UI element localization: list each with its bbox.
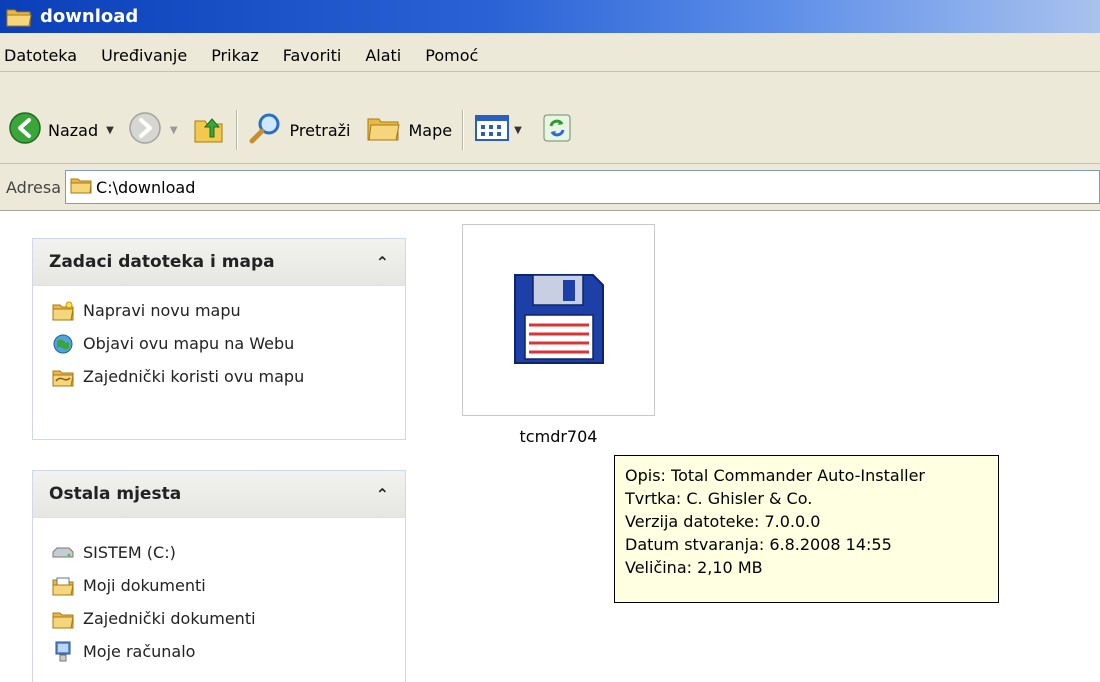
task-publish-web[interactable]: Objavi ovu mapu na Webu [33, 327, 405, 360]
collapse-icon[interactable]: ⌃ [376, 253, 389, 272]
web-publish-icon [51, 332, 75, 356]
file-folder-tasks-panel: Zadaci datoteka i mapa ⌃ Napravi novu ma… [32, 238, 406, 440]
search-icon [248, 111, 284, 149]
chevron-down-icon[interactable]: ▼ [514, 125, 522, 136]
back-label: Nazad [48, 120, 99, 140]
menu-file[interactable]: Datoteka [0, 46, 89, 65]
place-label: SISTEM (C:) [83, 543, 176, 562]
other-places-panel: Ostala mjesta ⌃ SISTEM (C:) Moji dokumen… [32, 470, 406, 682]
folders-icon [366, 111, 402, 149]
task-label: Napravi novu mapu [83, 301, 241, 320]
place-shared-documents[interactable]: Zajednički dokumenti [33, 602, 405, 635]
place-my-documents[interactable]: Moji dokumenti [33, 569, 405, 602]
views-icon [474, 113, 510, 147]
back-button[interactable]: Nazad ▼ [8, 111, 114, 149]
views-button[interactable]: ▼ [474, 113, 522, 147]
refresh-button[interactable] [542, 113, 572, 147]
chevron-down-icon[interactable]: ▼ [106, 125, 114, 136]
tasks-panel-header[interactable]: Zadaci datoteka i mapa ⌃ [33, 239, 405, 286]
file-thumbnail[interactable] [462, 224, 655, 416]
chevron-down-icon[interactable]: ▼ [170, 125, 178, 136]
address-value: C:\download [96, 177, 196, 197]
tooltip-description: Opis: Total Commander Auto-Installer [625, 466, 926, 485]
toolbar-separator [462, 110, 465, 150]
toolbar: Nazad ▼ ▼ Pretraži Mape ▼ [0, 97, 1100, 164]
place-label: Zajednički dokumenti [83, 609, 256, 628]
up-folder-icon [192, 111, 226, 149]
address-input[interactable]: C:\download [65, 170, 1100, 204]
title-bar: download [0, 0, 1100, 33]
menu-view[interactable]: Prikaz [199, 46, 271, 65]
search-button[interactable]: Pretraži [248, 111, 351, 149]
file-info-tooltip: Opis: Total Commander Auto-Installer Tvr… [614, 455, 999, 603]
task-share-folder[interactable]: Zajednički koristi ovu mapu [33, 360, 405, 393]
forward-arrow-icon [128, 111, 162, 149]
file-name[interactable]: tcmdr704 [462, 427, 655, 446]
forward-button[interactable]: ▼ [128, 111, 178, 149]
place-label: Moji dokumenti [83, 576, 206, 595]
folders-label: Mape [408, 120, 453, 140]
new-folder-icon [51, 299, 75, 323]
floppy-disk-icon [511, 271, 607, 371]
address-label: Adresa [6, 177, 62, 197]
up-folder-button[interactable] [192, 111, 226, 149]
place-my-computer[interactable]: Moje računalo [33, 635, 405, 668]
place-label: Moje računalo [83, 642, 196, 661]
address-bar: Adresa C:\download [0, 164, 1100, 211]
refresh-icon [542, 113, 572, 147]
task-new-folder[interactable]: Napravi novu mapu [33, 294, 405, 327]
menu-edit[interactable]: Uređivanje [89, 46, 199, 65]
menu-bar: Datoteka Uređivanje Prikaz Favoriti Alat… [0, 33, 1100, 97]
folder-icon [6, 5, 36, 29]
task-label: Objavi ovu mapu na Webu [83, 334, 295, 353]
tooltip-size: Veličina: 2,10 MB [625, 558, 763, 577]
places-panel-header[interactable]: Ostala mjesta ⌃ [33, 471, 405, 518]
folders-button[interactable]: Mape [366, 111, 452, 149]
tooltip-company: Tvrtka: C. Ghisler & Co. [625, 489, 813, 508]
toolbar-separator [235, 110, 238, 150]
menu-favorites[interactable]: Favoriti [271, 46, 354, 65]
share-folder-icon [51, 365, 75, 389]
my-documents-icon [51, 574, 75, 598]
shared-documents-icon [51, 607, 75, 631]
collapse-icon[interactable]: ⌃ [376, 485, 389, 504]
my-computer-icon [51, 640, 75, 664]
menu-help[interactable]: Pomoć [413, 46, 490, 65]
window-title: download [40, 6, 139, 27]
tasks-panel-title: Zadaci datoteka i mapa [49, 252, 275, 272]
menu-tools[interactable]: Alati [353, 46, 413, 65]
search-label: Pretraži [289, 120, 351, 140]
folder-icon [70, 176, 92, 198]
back-arrow-icon [8, 111, 42, 149]
tooltip-version: Verzija datoteke: 7.0.0.0 [625, 512, 821, 531]
place-system-drive[interactable]: SISTEM (C:) [33, 536, 405, 569]
places-panel-title: Ostala mjesta [49, 484, 182, 504]
task-label: Zajednički koristi ovu mapu [83, 367, 305, 386]
tooltip-created: Datum stvaranja: 6.8.2008 14:55 [625, 535, 892, 554]
hard-drive-icon [51, 541, 75, 565]
